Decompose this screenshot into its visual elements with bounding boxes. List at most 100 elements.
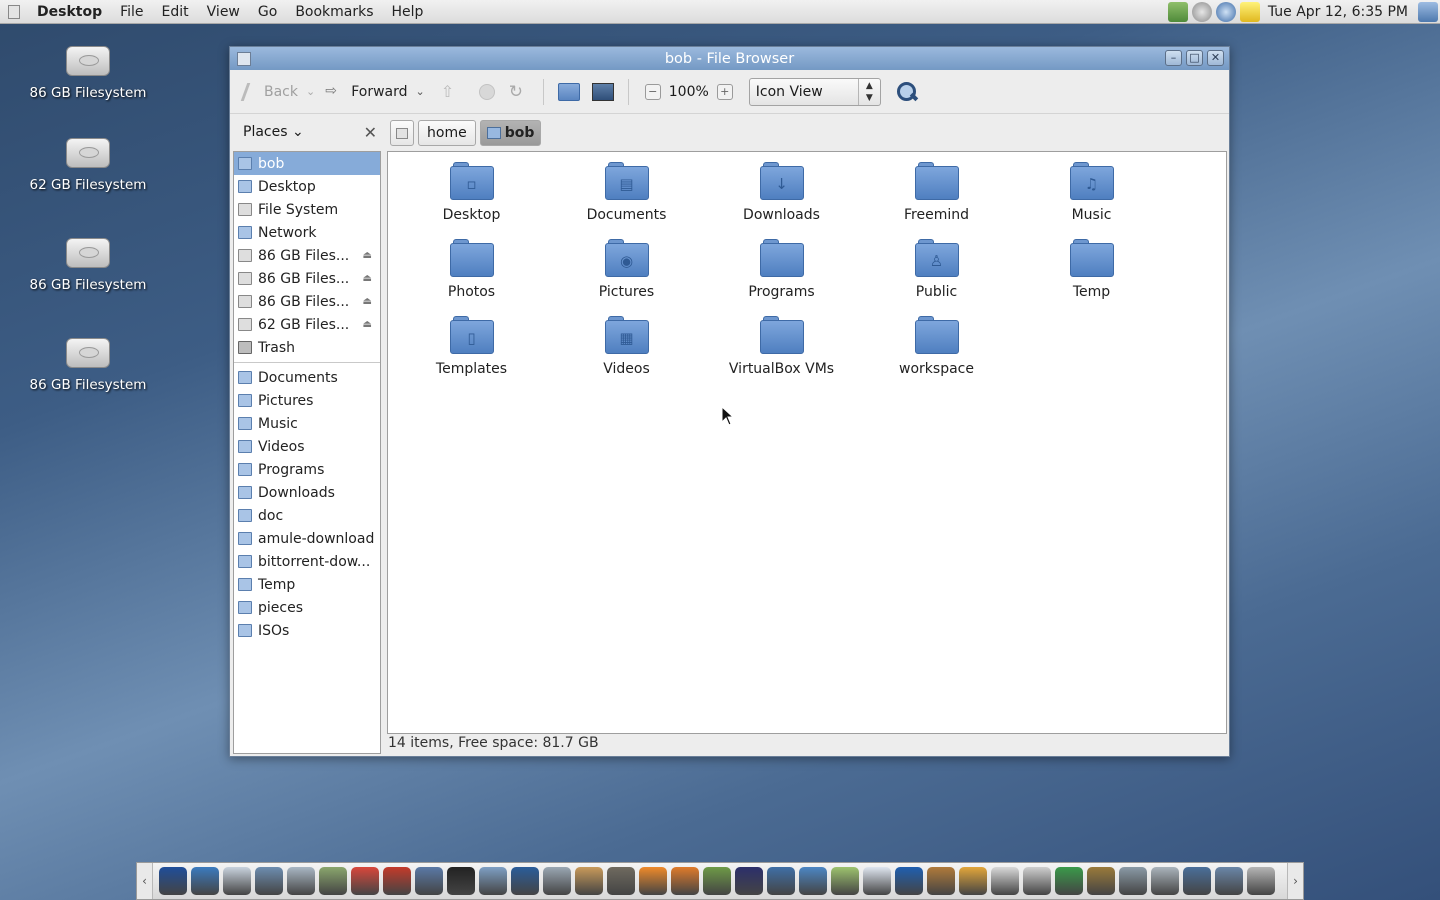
chat-icon[interactable] <box>895 867 923 895</box>
user-icon[interactable] <box>1418 2 1438 22</box>
menu-help[interactable]: Help <box>383 1 433 23</box>
star-icon[interactable] <box>959 867 987 895</box>
clock[interactable]: Tue Apr 12, 6:35 PM <box>1262 4 1416 20</box>
text-editor-icon[interactable] <box>383 867 411 895</box>
file-item[interactable]: Programs <box>704 239 859 300</box>
file-item[interactable]: ♙ Public <box>859 239 1014 300</box>
image-viewer-icon[interactable] <box>511 867 539 895</box>
spreadsheet-icon[interactable] <box>319 867 347 895</box>
panel-menu-icon[interactable] <box>0 0 28 24</box>
back-button[interactable]: Back <box>240 77 302 107</box>
sidebar-place-item[interactable]: 86 GB Files... ⏏ <box>234 267 380 290</box>
zoom-in-button[interactable]: + <box>716 83 733 100</box>
disk-utility-icon[interactable] <box>287 867 315 895</box>
menu-view[interactable]: View <box>198 1 249 23</box>
shell-icon[interactable] <box>671 867 699 895</box>
file-item[interactable]: ♫ Music <box>1014 162 1169 223</box>
file-item[interactable]: ▦ Videos <box>549 316 704 377</box>
view-mode-select[interactable]: Icon View ▲ ▼ <box>748 77 881 106</box>
network-tools-icon[interactable] <box>255 867 283 895</box>
places-dropdown[interactable]: Places ⌄ <box>243 124 304 140</box>
stop-icon[interactable] <box>478 83 495 100</box>
sidebar-place-item[interactable]: 62 GB Files... ⏏ <box>234 313 380 336</box>
close-button[interactable]: ✕ <box>1207 50 1224 66</box>
file-item[interactable]: ▤ Documents <box>549 162 704 223</box>
workspace-switcher-icon[interactable] <box>1215 867 1243 895</box>
sidebar-bookmark-item[interactable]: amule-download <box>234 527 380 550</box>
sidebar-bookmark-item[interactable]: Temp <box>234 573 380 596</box>
finance-icon[interactable] <box>703 867 731 895</box>
file-item[interactable]: Photos <box>394 239 549 300</box>
clock-icon[interactable] <box>223 867 251 895</box>
file-item[interactable]: VirtualBox VMs <box>704 316 859 377</box>
file-view[interactable]: ▫ Desktop ▤ Documents ↓ Downloads Freemind ♫ Mus… <box>387 151 1227 734</box>
window-titlebar[interactable]: bob - File Browser – □ ✕ <box>230 47 1229 70</box>
desktop-drive-3[interactable]: 86 GB Filesystem <box>13 238 163 293</box>
dock-scroll-right-icon[interactable]: › <box>1287 863 1303 899</box>
sparkle-icon[interactable] <box>831 867 859 895</box>
balloons-icon[interactable] <box>799 867 827 895</box>
sidebar-bookmark-item[interactable]: Programs <box>234 458 380 481</box>
gimp-icon[interactable] <box>607 867 635 895</box>
eject-icon[interactable]: ⏏ <box>363 296 372 307</box>
blender-icon[interactable] <box>639 867 667 895</box>
desktop-drive-2[interactable]: 62 GB Filesystem <box>13 138 163 193</box>
back-history-dropdown[interactable]: ⌄ <box>306 85 315 98</box>
file-item[interactable]: Temp <box>1014 239 1169 300</box>
sidebar-bookmark-item[interactable]: ISOs <box>234 619 380 642</box>
sidebar-bookmark-item[interactable]: pieces <box>234 596 380 619</box>
notes-icon[interactable] <box>1239 2 1260 22</box>
path-bob-button[interactable]: bob <box>479 120 542 146</box>
file-item[interactable]: Freemind <box>859 162 1014 223</box>
file-item[interactable]: ↓ Downloads <box>704 162 859 223</box>
drawing-icon[interactable] <box>415 867 443 895</box>
sidebar-bookmark-item[interactable]: Pictures <box>234 389 380 412</box>
eject-icon[interactable]: ⏏ <box>363 273 372 284</box>
fish-icon[interactable] <box>767 867 795 895</box>
file-item[interactable]: ◉ Pictures <box>549 239 704 300</box>
menu-file[interactable]: File <box>111 1 152 23</box>
desktop-drive-4[interactable]: 86 GB Filesystem <box>13 338 163 393</box>
sidebar-bookmark-item[interactable]: Downloads <box>234 481 380 504</box>
file-item[interactable]: workspace <box>859 316 1014 377</box>
up-arrow-icon[interactable]: ⇧ <box>441 82 461 102</box>
sidebar-bookmark-item[interactable]: bittorrent-dow... <box>234 550 380 573</box>
tools-icon[interactable] <box>1087 867 1115 895</box>
maximize-button[interactable]: □ <box>1186 50 1203 66</box>
eject-icon[interactable]: ⏏ <box>363 250 372 261</box>
sidebar-place-item[interactable]: 86 GB Files... ⏏ <box>234 244 380 267</box>
minimize-button[interactable]: – <box>1165 50 1182 66</box>
sidebar-place-item[interactable]: Network <box>234 221 380 244</box>
dock-scroll-left-icon[interactable]: ‹ <box>137 863 153 899</box>
close-sidebar-icon[interactable]: ✕ <box>364 123 377 142</box>
photos-icon[interactable] <box>575 867 603 895</box>
menu-edit[interactable]: Edit <box>153 1 198 23</box>
desktop-drive-1[interactable]: 86 GB Filesystem <box>13 46 163 101</box>
sidebar-place-item[interactable]: Desktop <box>234 175 380 198</box>
update-icon[interactable] <box>1215 2 1236 22</box>
disc-icon[interactable] <box>1023 867 1051 895</box>
menu-bookmarks[interactable]: Bookmarks <box>286 1 382 23</box>
browser-globe-icon[interactable] <box>191 867 219 895</box>
eclipse-icon[interactable] <box>735 867 763 895</box>
eject-icon[interactable]: ⏏ <box>363 319 372 330</box>
volume-icon[interactable] <box>1151 867 1179 895</box>
monitors-icon[interactable] <box>1183 867 1211 895</box>
inkscape-icon[interactable] <box>447 867 475 895</box>
sidebar-bookmark-item[interactable]: Videos <box>234 435 380 458</box>
notes-icon[interactable] <box>863 867 891 895</box>
settings-icon[interactable] <box>1191 2 1212 22</box>
file-item[interactable]: ▯ Templates <box>394 316 549 377</box>
network-icon[interactable] <box>1167 2 1188 22</box>
sidebar-place-item[interactable]: bob <box>234 152 380 175</box>
sidebar-place-item[interactable]: File System <box>234 198 380 221</box>
sidebar-bookmark-item[interactable]: doc <box>234 504 380 527</box>
sidebar-place-item[interactable]: 86 GB Files... ⏏ <box>234 290 380 313</box>
menu-desktop[interactable]: Desktop <box>28 1 111 23</box>
mule-icon[interactable] <box>927 867 955 895</box>
messages-icon[interactable] <box>991 867 1019 895</box>
fedora-icon[interactable] <box>159 867 187 895</box>
sidebar-bookmark-item[interactable]: Music <box>234 412 380 435</box>
path-home-button[interactable]: home <box>418 120 476 146</box>
network-icon[interactable] <box>479 867 507 895</box>
